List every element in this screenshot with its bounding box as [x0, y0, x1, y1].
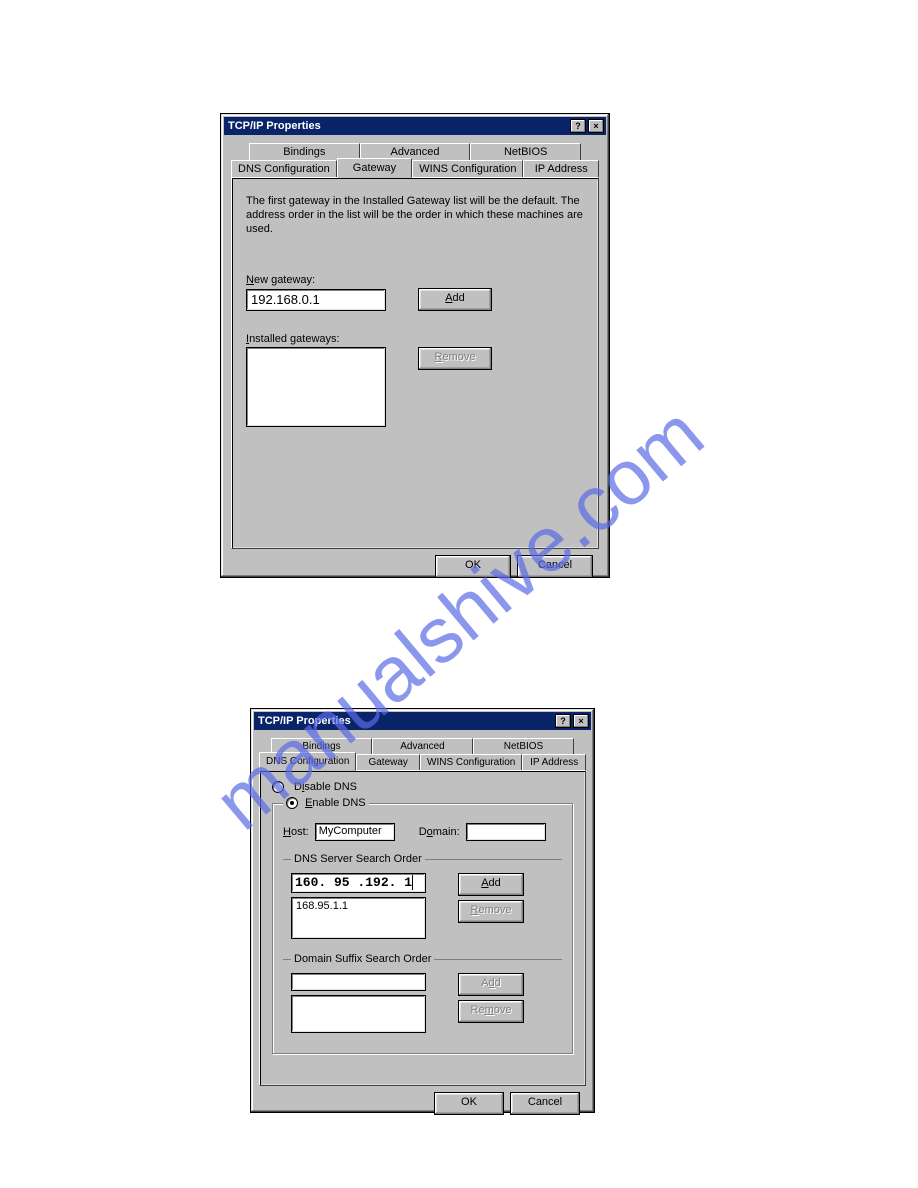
domain-label: Domain: — [419, 826, 460, 838]
disable-dns-label: Disable DNS — [294, 781, 357, 793]
domain-suffix-order-label: Domain Suffix Search Order — [291, 953, 434, 965]
titlebar-title: TCP/IP Properties — [258, 715, 553, 727]
suffix-remove-button[interactable]: Remove — [458, 1000, 524, 1023]
tab-gateway[interactable]: Gateway — [356, 754, 420, 771]
tab-netbios[interactable]: NetBIOS — [473, 738, 574, 755]
titlebar-title: TCP/IP Properties — [228, 120, 568, 132]
cancel-button[interactable]: Cancel — [510, 1092, 580, 1115]
remove-button[interactable]: Remove — [418, 347, 492, 370]
tab-advanced[interactable]: Advanced — [372, 738, 473, 755]
new-gateway-label: New gateway: — [246, 274, 584, 286]
host-label: Host: — [283, 826, 309, 838]
new-gateway-input[interactable]: 192.168.0.1 — [246, 289, 386, 311]
installed-gateways-label: Installed gateways: — [246, 333, 584, 345]
dns-server-list[interactable]: 168.95.1.1 — [291, 897, 426, 939]
tcpip-properties-gateway-dialog: TCP/IP Properties ? × Bindings Advanced … — [220, 113, 610, 578]
host-input[interactable]: MyComputer — [315, 823, 395, 841]
domain-input[interactable] — [466, 823, 546, 841]
suffix-list[interactable] — [291, 995, 426, 1033]
close-icon[interactable]: × — [588, 119, 604, 133]
ok-button[interactable]: OK — [434, 1092, 504, 1115]
tab-wins-configuration[interactable]: WINS Configuration — [412, 160, 523, 178]
enable-dns-legend: Enable DNS — [283, 797, 369, 809]
titlebar: TCP/IP Properties ? × — [224, 117, 606, 135]
suffix-input[interactable] — [291, 973, 426, 991]
help-icon[interactable]: ? — [570, 119, 586, 133]
close-icon[interactable]: × — [573, 714, 589, 728]
tab-ip-address[interactable]: IP Address — [522, 754, 586, 771]
tab-netbios[interactable]: NetBIOS — [470, 143, 581, 161]
tab-dns-configuration[interactable]: DNS Configuration — [231, 160, 337, 178]
gateway-description: The first gateway in the Installed Gatew… — [246, 194, 584, 236]
ok-button[interactable]: OK — [435, 555, 511, 578]
dns-server-input[interactable]: 160. 95 .192. 1 — [291, 873, 426, 893]
installed-gateways-list[interactable] — [246, 347, 386, 427]
dns-remove-button[interactable]: Remove — [458, 900, 524, 923]
tab-dns-configuration[interactable]: DNS Configuration — [259, 752, 356, 771]
tcpip-properties-dns-dialog: TCP/IP Properties ? × Bindings Advanced … — [250, 708, 595, 1113]
add-button[interactable]: Add — [418, 288, 492, 311]
help-icon[interactable]: ? — [555, 714, 571, 728]
enable-dns-radio[interactable] — [286, 797, 298, 809]
dns-add-button[interactable]: Add — [458, 873, 524, 896]
dns-search-order-label: DNS Server Search Order — [291, 853, 425, 865]
disable-dns-radio[interactable] — [272, 781, 284, 793]
tab-wins-configuration[interactable]: WINS Configuration — [420, 754, 522, 771]
tab-ip-address[interactable]: IP Address — [523, 160, 599, 178]
titlebar: TCP/IP Properties ? × — [254, 712, 591, 730]
suffix-add-button[interactable]: Add — [458, 973, 524, 996]
cancel-button[interactable]: Cancel — [517, 555, 593, 578]
tab-gateway[interactable]: Gateway — [337, 158, 413, 178]
